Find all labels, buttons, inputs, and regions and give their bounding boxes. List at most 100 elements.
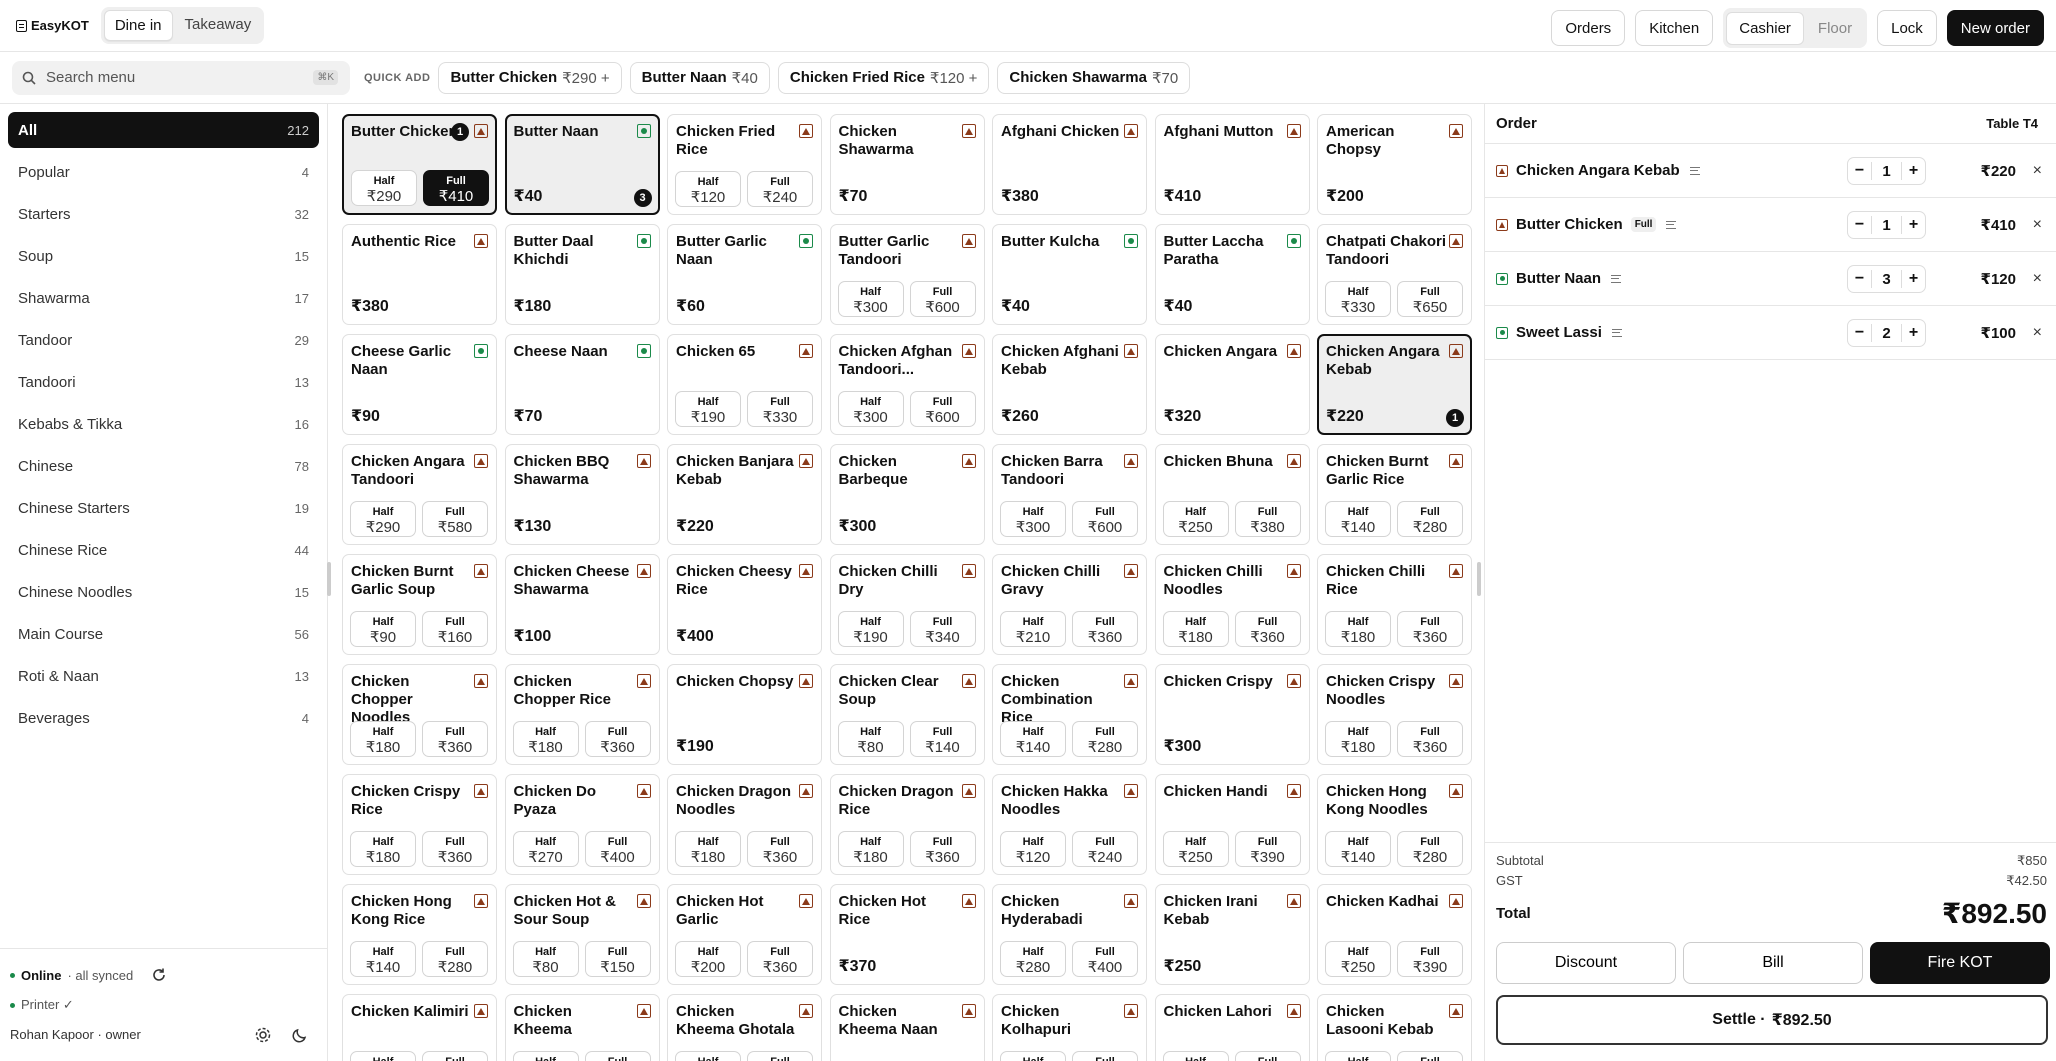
half-portion-button[interactable]: Half ₹140 [1325, 831, 1391, 867]
increment-button[interactable]: + [1901, 216, 1925, 234]
bill-button[interactable]: Bill [1683, 942, 1863, 984]
half-portion-button[interactable]: Half [1000, 1051, 1066, 1061]
menu-item-card[interactable]: Chicken Kheema Ghotala Half Full [667, 994, 822, 1061]
half-portion-button[interactable]: Half ₹180 [837, 831, 904, 867]
menu-item-card[interactable]: Chicken Cheesy Rice ₹400 [667, 554, 822, 655]
half-portion-button[interactable]: Half ₹180 [1162, 611, 1229, 647]
half-portion-button[interactable]: Half ₹280 [1000, 941, 1066, 977]
half-portion-button[interactable]: Half ₹140 [1000, 721, 1066, 757]
full-portion-button[interactable]: Full [1234, 1051, 1301, 1061]
category-item[interactable]: Roti & Naan 13 [8, 658, 319, 694]
menu-item-card[interactable]: Butter Daal Khichdi ₹180 [504, 224, 660, 325]
menu-item-card[interactable]: Chicken Chopper Rice Half ₹180 Full ₹360 [504, 664, 660, 765]
category-item[interactable]: Kebabs & Tikka 16 [8, 406, 319, 442]
menu-item-card[interactable]: Chicken Kheema Naan [829, 994, 985, 1061]
note-icon[interactable] [1611, 274, 1622, 283]
menu-item-card[interactable]: Chicken Dragon Rice Half ₹180 Full ₹360 [829, 774, 985, 875]
full-portion-button[interactable]: Full ₹580 [422, 501, 488, 537]
menu-item-card[interactable]: Chicken Fried Rice Half ₹120 Full ₹240 [667, 114, 822, 215]
category-item[interactable]: Soup 15 [8, 238, 319, 274]
menu-item-card[interactable]: Chicken Afghani Kebab ₹260 [992, 334, 1147, 435]
full-portion-button[interactable]: Full ₹360 [1397, 721, 1463, 757]
menu-item-card[interactable]: Chicken Kadhai Half ₹250 Full ₹390 [1317, 884, 1472, 985]
category-item[interactable]: Starters 32 [8, 196, 319, 232]
category-item[interactable]: All 212 [8, 112, 319, 148]
close-icon[interactable]: × [2033, 324, 2042, 342]
menu-item-card[interactable]: Chicken Chilli Rice Half ₹180 Full ₹360 [1317, 554, 1472, 655]
full-portion-button[interactable]: Full ₹400 [1072, 941, 1138, 977]
half-portion-button[interactable]: Half ₹180 [350, 721, 416, 757]
kitchen-button[interactable]: Kitchen [1635, 10, 1714, 46]
menu-item-card[interactable]: Chicken Crispy ₹300 [1154, 664, 1310, 765]
half-portion-button[interactable]: Half ₹180 [512, 721, 579, 757]
discount-button[interactable]: Discount [1496, 942, 1676, 984]
menu-item-card[interactable]: Afghani Mutton ₹410 [1154, 114, 1310, 215]
category-item[interactable]: Tandoori 13 [8, 364, 319, 400]
close-icon[interactable]: × [2033, 270, 2042, 288]
half-portion-button[interactable]: Half ₹200 [675, 941, 741, 977]
half-portion-button[interactable]: Half [512, 1051, 579, 1061]
full-portion-button[interactable]: Full ₹600 [909, 391, 976, 427]
gear-icon[interactable] [254, 1026, 272, 1044]
full-portion-button[interactable]: Full ₹360 [1072, 611, 1138, 647]
menu-item-card[interactable]: Afghani Chicken ₹380 [992, 114, 1147, 215]
menu-item-card[interactable]: Chatpati Chakori Tandoori Half ₹330 Full ₹65… [1317, 224, 1472, 325]
increment-button[interactable]: + [1901, 324, 1925, 342]
menu-item-card[interactable]: Chicken Do Pyaza Half ₹270 Full ₹400 [504, 774, 660, 875]
half-portion-button[interactable]: Half [1325, 1051, 1391, 1061]
menu-item-card[interactable]: Chicken BBQ Shawarma ₹130 [504, 444, 660, 545]
full-portion-button[interactable]: Full ₹330 [747, 391, 813, 427]
tab-dine-in[interactable]: Dine in [103, 10, 173, 41]
menu-item-card[interactable]: Chicken Angara Tandoori Half ₹290 Full ₹580 [342, 444, 497, 545]
orders-button[interactable]: Orders [1551, 10, 1626, 46]
tab-takeaway[interactable]: Takeaway [175, 10, 262, 41]
half-portion-button[interactable]: Half [675, 1051, 741, 1061]
half-portion-button[interactable]: Half ₹210 [1000, 611, 1066, 647]
menu-item-card[interactable]: Chicken Hyderabadi Half ₹280 Full ₹400 [992, 884, 1147, 985]
category-item[interactable]: Chinese Starters 19 [8, 490, 319, 526]
menu-item-card[interactable]: Chicken Chopper Noodles Half ₹180 Full ₹360 [342, 664, 497, 765]
half-portion-button[interactable]: Half ₹140 [1325, 501, 1391, 537]
category-item[interactable]: Popular 4 [8, 154, 319, 190]
menu-item-card[interactable]: Chicken Cheese Shawarma ₹100 [504, 554, 660, 655]
full-portion-button[interactable]: Full ₹400 [584, 831, 651, 867]
menu-item-card[interactable]: Butter Chicken Half ₹290 Full ₹410 1 [342, 114, 497, 215]
menu-item-card[interactable]: Butter Garlic Tandoori Half ₹300 Full ₹600 [829, 224, 985, 325]
full-portion-button[interactable]: Full ₹380 [1234, 501, 1301, 537]
category-item[interactable]: Chinese 78 [8, 448, 319, 484]
half-portion-button[interactable]: Half ₹250 [1325, 941, 1391, 977]
menu-item-card[interactable]: Cheese Naan ₹70 [504, 334, 660, 435]
menu-item-card[interactable]: Butter Laccha Paratha ₹40 [1154, 224, 1310, 325]
full-portion-button[interactable]: Full ₹280 [422, 941, 488, 977]
full-portion-button[interactable]: Full ₹360 [422, 831, 488, 867]
full-portion-button[interactable]: Full ₹650 [1397, 281, 1463, 317]
menu-item-card[interactable]: Chicken Barbeque ₹300 [829, 444, 985, 545]
tab-floor[interactable]: Floor [1806, 13, 1864, 44]
half-portion-button[interactable]: Half ₹190 [837, 611, 904, 647]
menu-item-card[interactable]: Chicken Kolhapuri Half Full [992, 994, 1147, 1061]
menu-item-card[interactable]: Chicken Hong Kong Rice Half ₹140 Full ₹280 [342, 884, 497, 985]
moon-icon[interactable] [291, 1026, 309, 1044]
half-portion-button[interactable]: Half ₹190 [675, 391, 741, 427]
half-portion-button[interactable]: Half ₹180 [350, 831, 416, 867]
full-portion-button[interactable]: Full ₹280 [1397, 831, 1463, 867]
search-input[interactable] [46, 69, 296, 86]
menu-item-card[interactable]: Chicken Lahori Half Full [1154, 994, 1310, 1061]
menu-item-card[interactable]: Chicken Bhuna Half ₹250 Full ₹380 [1154, 444, 1310, 545]
full-portion-button[interactable]: Full [1397, 1051, 1463, 1061]
note-icon[interactable] [1689, 166, 1700, 175]
full-portion-button[interactable]: Full ₹360 [422, 721, 488, 757]
increment-button[interactable]: + [1901, 162, 1925, 180]
new-order-button[interactable]: New order [1946, 10, 2044, 46]
menu-item-card[interactable]: Chicken Shawarma ₹70 [829, 114, 985, 215]
half-portion-button[interactable]: Half ₹290 [350, 501, 416, 537]
half-portion-button[interactable]: Half ₹90 [350, 611, 416, 647]
sidebar-resize-handle[interactable] [327, 562, 331, 596]
menu-item-card[interactable]: Chicken Clear Soup Half ₹80 Full ₹140 [829, 664, 985, 765]
quick-add-chip[interactable]: Butter Naan ₹40 [629, 61, 770, 94]
menu-item-card[interactable]: Chicken Banjara Kebab ₹220 [667, 444, 822, 545]
full-portion-button[interactable]: Full ₹160 [422, 611, 488, 647]
menu-item-card[interactable]: Chicken Dragon Noodles Half ₹180 Full ₹360 [667, 774, 822, 875]
menu-item-card[interactable]: Chicken Angara ₹320 [1154, 334, 1310, 435]
quick-add-chip[interactable]: Chicken Shawarma ₹70 [997, 61, 1191, 94]
